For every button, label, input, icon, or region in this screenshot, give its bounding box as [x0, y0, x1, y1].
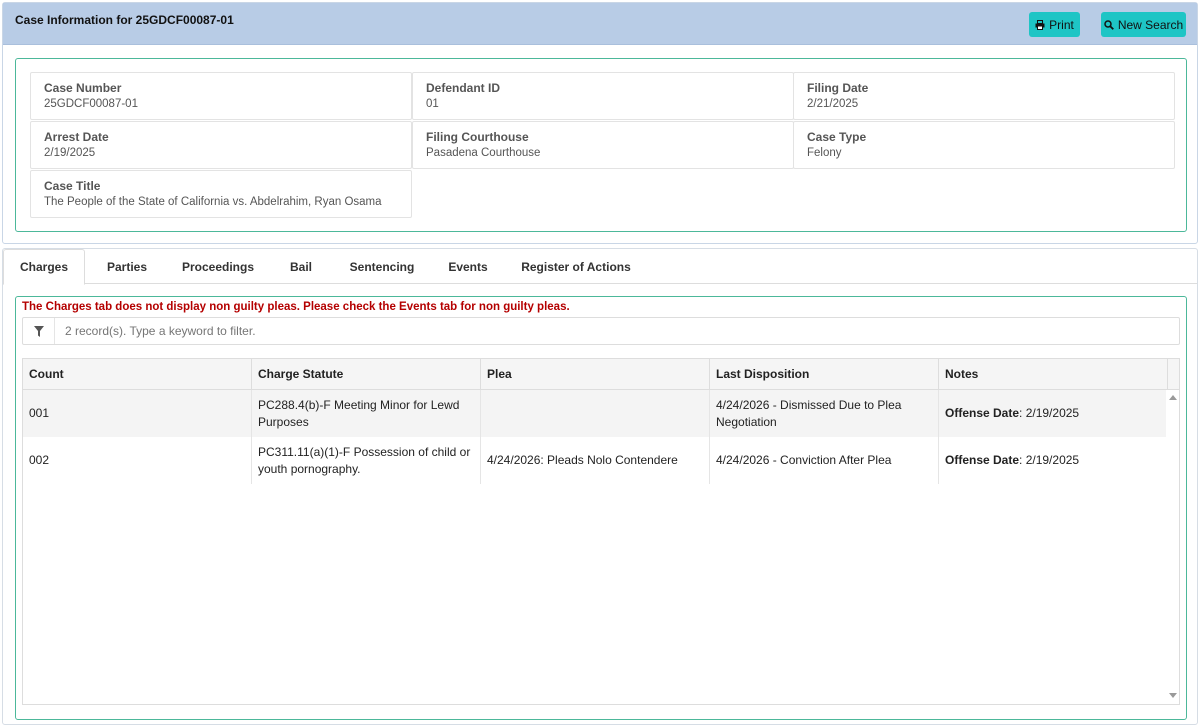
- cell-count: 001: [23, 390, 252, 437]
- tab-bar: Charges Parties Proceedings Bail Sentenc…: [3, 249, 1197, 285]
- filing-courthouse-field: Filing Courthouse Pasadena Courthouse: [412, 121, 794, 169]
- charges-warning: The Charges tab does not display non gui…: [22, 301, 570, 313]
- column-header-notes[interactable]: Notes: [939, 359, 1168, 389]
- case-title-label: Case Title: [44, 179, 101, 193]
- charges-panel: The Charges tab does not display non gui…: [15, 296, 1187, 720]
- column-header-charge-statute[interactable]: Charge Statute: [252, 359, 481, 389]
- search-icon: [1104, 19, 1114, 30]
- print-button[interactable]: Print: [1029, 12, 1080, 37]
- filing-date-label: Filing Date: [807, 81, 869, 95]
- tabs-panel: Charges Parties Proceedings Bail Sentenc…: [2, 248, 1198, 725]
- case-number-label: Case Number: [44, 81, 122, 95]
- printer-icon: [1035, 19, 1045, 30]
- case-number-field: Case Number 25GDCF00087-01: [30, 72, 412, 120]
- defendant-id-value: 01: [426, 98, 439, 110]
- case-info-panel: Case Information for 25GDCF00087-01 Prin…: [2, 2, 1198, 244]
- case-page: Case Information for 25GDCF00087-01 Prin…: [0, 0, 1200, 727]
- filing-date-field: Filing Date 2/21/2025: [793, 72, 1175, 120]
- tab-sentencing[interactable]: Sentencing: [337, 249, 427, 284]
- cell-charge-statute: PC311.11(a)(1)-F Possession of child or …: [252, 437, 481, 484]
- notes-value: : 2/19/2025: [1019, 453, 1080, 467]
- notes-label: Offense Date: [945, 406, 1020, 420]
- cell-last-disposition: 4/24/2026 - Dismissed Due to Plea Negoti…: [710, 390, 939, 437]
- case-title-value: The People of the State of California vs…: [44, 196, 382, 208]
- filing-courthouse-label: Filing Courthouse: [426, 130, 529, 144]
- table-row[interactable]: 002 PC311.11(a)(1)-F Possession of child…: [23, 437, 1166, 484]
- arrest-date-field: Arrest Date 2/19/2025: [30, 121, 412, 169]
- filter-input[interactable]: [65, 324, 965, 338]
- case-type-field: Case Type Felony: [793, 121, 1175, 169]
- scroll-up-icon[interactable]: [1169, 395, 1177, 400]
- filing-date-value: 2/21/2025: [807, 98, 859, 110]
- tab-bail[interactable]: Bail: [277, 249, 325, 284]
- case-type-label: Case Type: [807, 130, 867, 144]
- tab-parties[interactable]: Parties: [95, 249, 159, 284]
- print-button-label: Print: [1049, 17, 1074, 32]
- cell-plea: [481, 390, 710, 437]
- table-row[interactable]: 001 PC288.4(b)-F Meeting Minor for Lewd …: [23, 390, 1166, 437]
- arrest-date-label: Arrest Date: [44, 130, 109, 144]
- defendant-id-label: Defendant ID: [426, 81, 501, 95]
- column-header-count[interactable]: Count: [23, 359, 252, 389]
- scroll-down-icon[interactable]: [1169, 693, 1177, 698]
- cell-notes: Offense Date: 2/19/2025: [939, 437, 1166, 484]
- table-scrollbar[interactable]: [1166, 390, 1179, 704]
- case-details-box: Case Number 25GDCF00087-01 Defendant ID …: [15, 58, 1187, 232]
- notes-label: Offense Date: [945, 453, 1020, 467]
- tab-register-of-actions[interactable]: Register of Actions: [509, 249, 643, 284]
- case-header: Case Information for 25GDCF00087-01 Prin…: [3, 3, 1197, 45]
- cell-count: 002: [23, 437, 252, 484]
- charges-table: Count Charge Statute Plea Last Dispositi…: [22, 358, 1180, 705]
- filter-icon[interactable]: [23, 318, 55, 344]
- case-number-value: 25GDCF00087-01: [44, 98, 138, 110]
- table-header: Count Charge Statute Plea Last Dispositi…: [23, 359, 1179, 390]
- filing-courthouse-value: Pasadena Courthouse: [426, 147, 541, 159]
- notes-value: : 2/19/2025: [1019, 406, 1080, 420]
- tab-proceedings[interactable]: Proceedings: [171, 249, 265, 284]
- arrest-date-value: 2/19/2025: [44, 147, 96, 159]
- case-title-field: Case Title The People of the State of Ca…: [30, 170, 412, 218]
- page-title: Case Information for 25GDCF00087-01: [15, 13, 234, 27]
- tab-events[interactable]: Events: [439, 249, 497, 284]
- new-search-button-label: New Search: [1117, 17, 1184, 32]
- column-header-plea[interactable]: Plea: [481, 359, 710, 389]
- cell-plea: 4/24/2026: Pleads Nolo Contendere: [481, 437, 710, 484]
- case-type-value: Felony: [807, 147, 842, 159]
- cell-last-disposition: 4/24/2026 - Conviction After Plea: [710, 437, 939, 484]
- tab-charges[interactable]: Charges: [3, 249, 85, 285]
- cell-notes: Offense Date: 2/19/2025: [939, 390, 1166, 437]
- new-search-button[interactable]: New Search: [1101, 12, 1186, 37]
- filter-bar: [22, 317, 1180, 345]
- cell-charge-statute: PC288.4(b)-F Meeting Minor for Lewd Purp…: [252, 390, 481, 437]
- column-header-last-disposition[interactable]: Last Disposition: [710, 359, 939, 389]
- defendant-id-field: Defendant ID 01: [412, 72, 794, 120]
